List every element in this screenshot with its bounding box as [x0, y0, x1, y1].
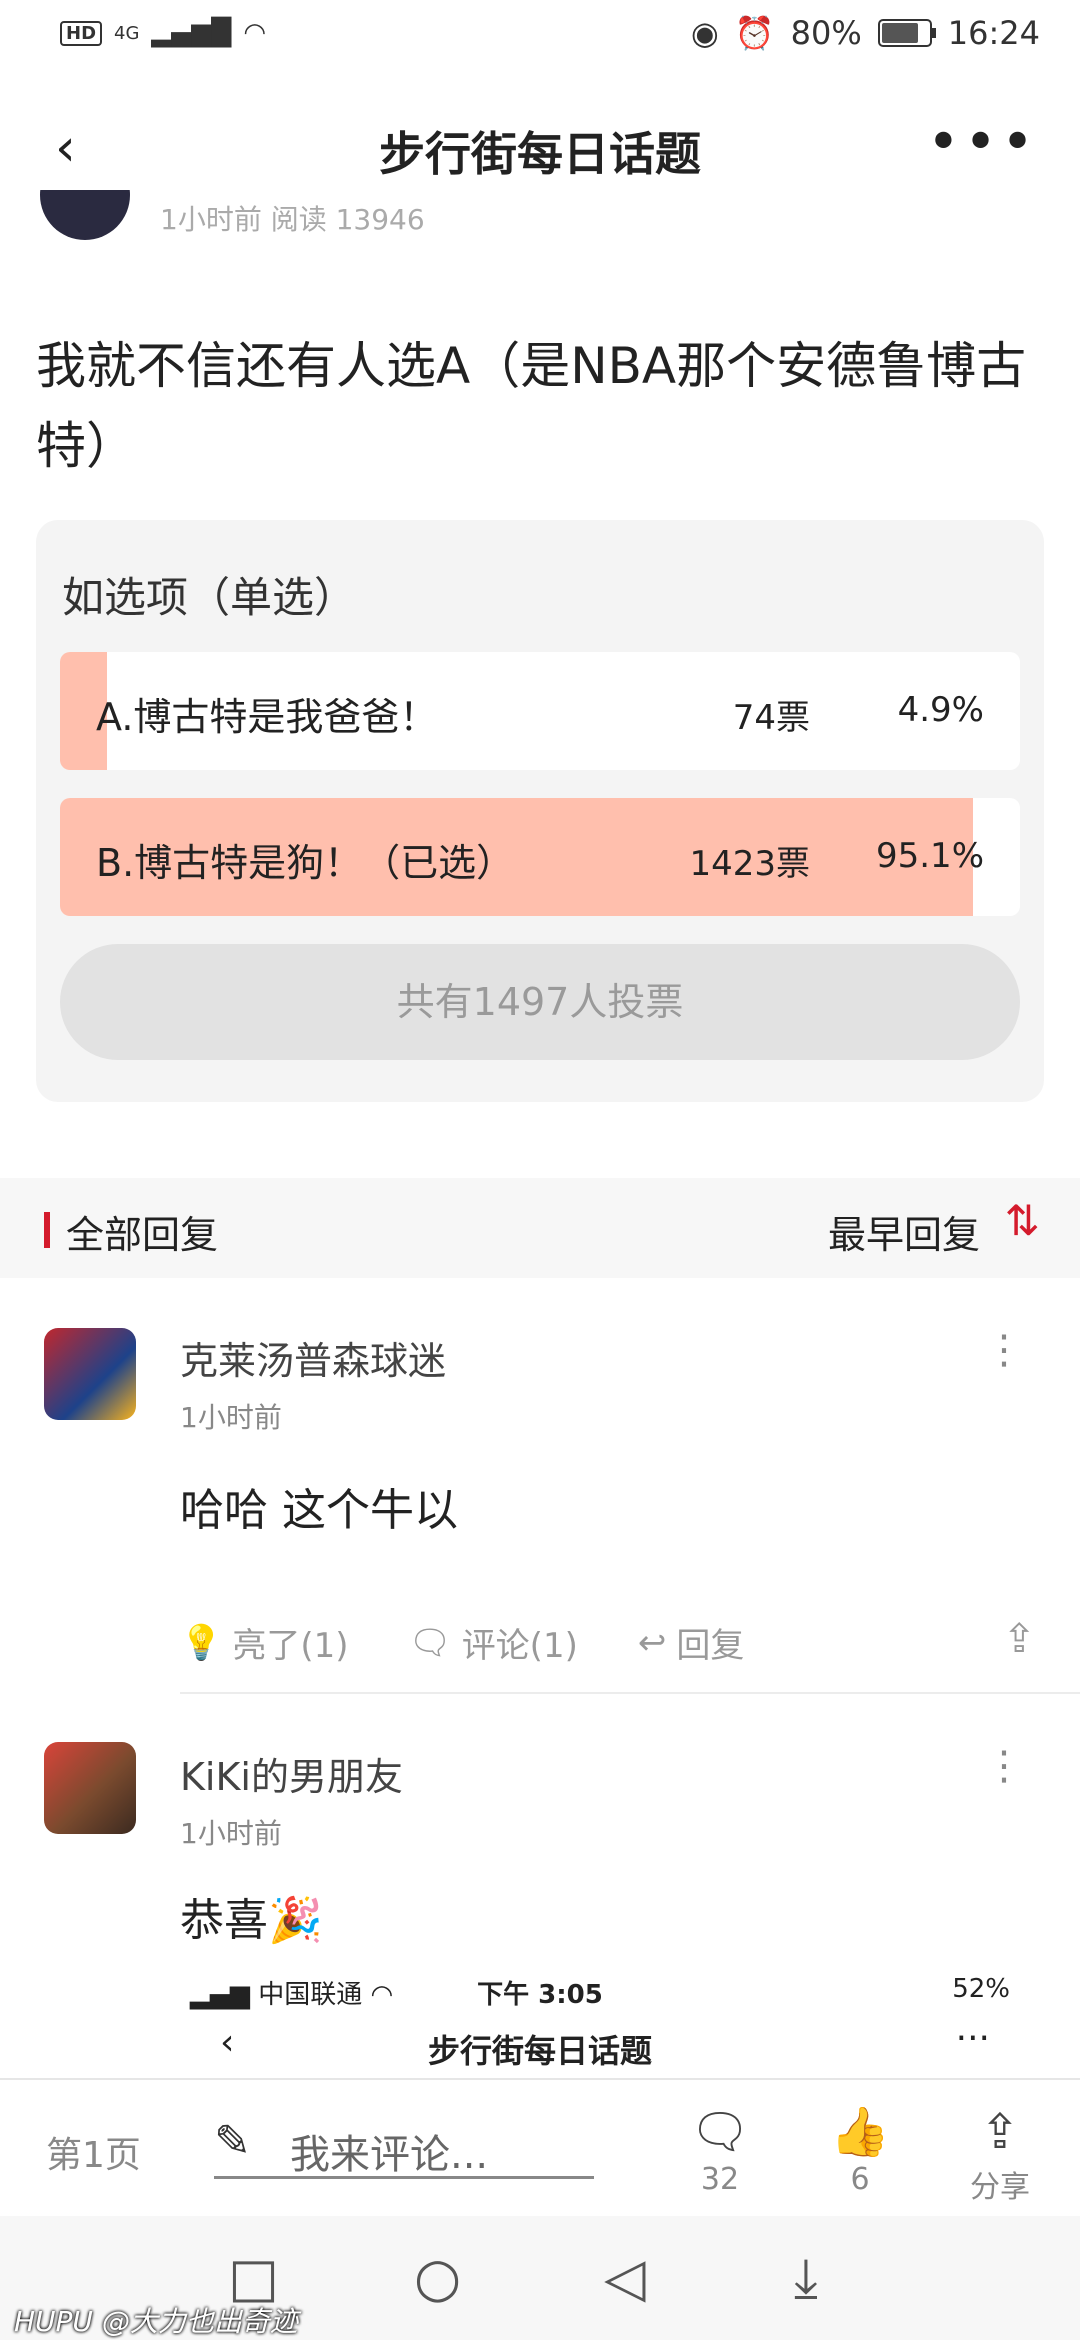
poll-option-a-text: A.博古特是我爸爸！ [96, 695, 438, 739]
poll-total: 共有1497人投票 [60, 944, 1020, 1060]
replies-header: 全部回复 最早回复 ⇅ [0, 1178, 1080, 1278]
poll-label: 如选项（单选） [62, 573, 357, 622]
chat-bubble-icon: 🗨 [408, 1622, 452, 1663]
network-label: 4G [114, 22, 140, 44]
embedded-battery: 52% [952, 1974, 1010, 2004]
signal-icon: ▂▄▆█ [151, 18, 232, 48]
reply-button[interactable]: ↩ 回复 [638, 1618, 745, 1667]
reply-arrow-icon: ↩ [637, 1622, 667, 1663]
section-marker [44, 1212, 50, 1248]
comment-time: 1小时前 [180, 1401, 282, 1434]
page-title: 步行街每日话题 [379, 127, 701, 181]
poll-option-b-percent: 95.1% [875, 836, 984, 876]
comment-time: 1小时前 [180, 1817, 282, 1850]
comment-button[interactable]: 🗨 评论(1) [409, 1618, 578, 1667]
comments-count: 32 [700, 2162, 740, 2197]
share-label: 分享 [970, 2170, 1030, 2205]
wifi-icon: ◠ [243, 18, 267, 48]
eye-icon: ◉ [690, 14, 719, 52]
alarm-icon: ⏰ [734, 14, 775, 52]
poll-option-b[interactable]: B.博古特是狗！（已选） 1423票 95.1% [60, 798, 1020, 916]
more-icon[interactable]: ••• [927, 110, 1038, 175]
avatar[interactable] [44, 1328, 136, 1420]
battery-icon [877, 19, 936, 47]
thumbs-up-icon: 👍 [830, 2104, 890, 2160]
post-meta: 1小时前 阅读 13946 [40, 190, 1040, 240]
comment-author[interactable]: 克莱汤普森球迷 [180, 1330, 446, 1385]
more-icon: ··· [955, 2018, 990, 2059]
page-indicator[interactable]: 第1页 [46, 2126, 141, 2178]
poll-option-a[interactable]: A.博古特是我爸爸！ 74票 4.9% [60, 652, 1020, 770]
back-triangle-icon[interactable]: ◁ [604, 2246, 646, 2309]
home-icon[interactable]: ○ [414, 2246, 461, 2309]
share-icon: ⇪ [979, 2104, 1021, 2160]
more-vertical-icon[interactable]: ⋮ [984, 1330, 1024, 1370]
clock: 16:24 [947, 14, 1040, 52]
light-button[interactable]: 💡 亮了(1) [180, 1618, 349, 1667]
comment-item: KiKi的男朋友 1小时前 ⋮ 恭喜🎉 [0, 1694, 1080, 1964]
author-avatar[interactable] [40, 190, 130, 240]
notification-pull-icon[interactable]: ⤓ [794, 2246, 818, 2310]
chat-bubble-icon: 🗨 [689, 2104, 751, 2160]
comment-image[interactable]: ▂▄▆ 中国联通 ◠ 下午 3:05 52% ‹ 步行街每日话题 ··· [0, 1960, 1080, 2080]
comment-placeholder: 我来评论... [290, 2132, 489, 2178]
comment-item: 克莱汤普森球迷 1小时前 ⋮ 哈哈 这个牛以 💡 亮了(1) 🗨 评论(1) ↩ 回复… [0, 1278, 1080, 1698]
comment-body: 恭喜🎉 [180, 1895, 323, 1946]
poll-option-a-percent: 4.9% [897, 690, 984, 730]
post-meta-text: 1小时前 阅读 13946 [160, 203, 425, 236]
lightbulb-icon: 💡 [180, 1622, 223, 1663]
watermark: HUPU @大力也出奇迹 [14, 2305, 298, 2338]
comment-body: 哈哈 这个牛以 [180, 1485, 458, 1536]
embedded-time: 下午 3:05 [477, 1980, 603, 2010]
poll-option-b-text: B.博古特是狗！（已选） [96, 841, 515, 885]
likes-count: 6 [850, 2162, 870, 2197]
comment-author[interactable]: KiKi的男朋友 [180, 1746, 403, 1801]
post-question: 我就不信还有人选A（是NBA那个安德鲁博古特） [36, 337, 1027, 475]
sort-icon[interactable]: ⇅ [1005, 1196, 1040, 1245]
poll-option-a-votes: 74票 [732, 698, 810, 738]
battery-percent: 80% [790, 14, 862, 52]
bottom-bar: 第1页 ✎ 我来评论... 🗨 32 👍 6 ⇪ 分享 [0, 2078, 1080, 2218]
share-icon[interactable]: ⇪ [1002, 1616, 1036, 1662]
poll-option-b-votes: 1423票 [689, 844, 810, 884]
poll-card: 如选项（单选） A.博古特是我爸爸！ 74票 4.9% B.博古特是狗！（已选）… [36, 520, 1044, 1102]
avatar[interactable] [44, 1742, 136, 1834]
more-vertical-icon[interactable]: ⋮ [984, 1746, 1024, 1786]
like-button[interactable]: 👍 6 [810, 2102, 910, 2197]
comments-button[interactable]: 🗨 32 [670, 2102, 770, 2197]
share-button[interactable]: ⇪ 分享 [950, 2102, 1050, 2206]
embedded-title: 步行街每日话题 [427, 2032, 652, 2070]
pencil-icon: ✎ [214, 2116, 251, 2167]
replies-label: 全部回复 [66, 1213, 219, 1257]
sort-button[interactable]: 最早回复 [828, 1204, 980, 1259]
status-bar: HD 4G ▂▄▆█ ◠ ◉ ⏰ 80% 16:24 [0, 0, 1080, 76]
hd-icon: HD [60, 20, 103, 46]
